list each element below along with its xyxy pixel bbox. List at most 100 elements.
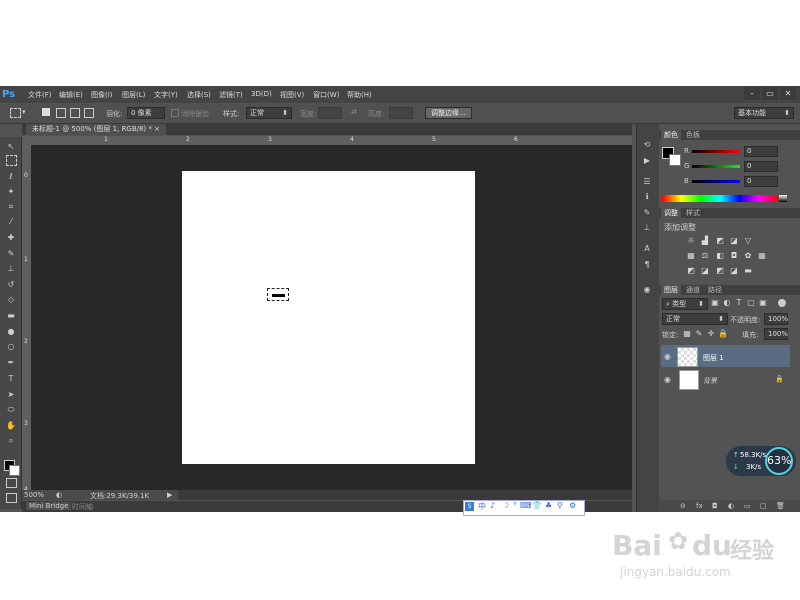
eraser-icon[interactable]: ◇: [5, 294, 17, 306]
ime-skin-icon[interactable]: 👕: [532, 501, 542, 510]
invert-icon[interactable]: ◩: [686, 266, 696, 276]
move-tool-icon[interactable]: ↖: [5, 141, 17, 153]
menu-layer[interactable]: 图层(L): [122, 90, 145, 100]
crop-tool-icon[interactable]: ⌗: [5, 201, 17, 213]
tab-swatches[interactable]: 色板: [683, 130, 703, 140]
tab-color[interactable]: 颜色: [661, 130, 681, 140]
filter-shape-icon[interactable]: ▢: [746, 298, 756, 308]
blur-tool-icon[interactable]: ●: [5, 326, 17, 338]
menu-view[interactable]: 视图(V): [280, 90, 304, 100]
swap-icon[interactable]: ⇄: [351, 108, 357, 116]
path-select-icon[interactable]: ➤: [5, 389, 17, 401]
tab-paths[interactable]: 路径: [705, 285, 725, 295]
brush-tool-icon[interactable]: ✎: [5, 248, 17, 260]
subtract-selection-icon[interactable]: [70, 108, 80, 118]
close-tab-icon[interactable]: ×: [154, 125, 160, 133]
bridge-icon[interactable]: ◉: [641, 284, 653, 295]
new-group-icon[interactable]: ▭: [744, 502, 751, 510]
maximize-button[interactable]: ▭: [762, 87, 778, 100]
status-menu-icon[interactable]: ◐: [56, 491, 62, 499]
healing-brush-icon[interactable]: ✚: [5, 232, 17, 244]
menu-select[interactable]: 选择(S): [187, 90, 211, 100]
color-balance-icon[interactable]: ⚖: [700, 251, 710, 261]
curves-icon[interactable]: ◩: [715, 236, 725, 246]
ime-settings-icon[interactable]: ⚙: [569, 501, 576, 510]
gradient-map-icon[interactable]: ▬: [743, 266, 753, 276]
info-icon[interactable]: ℹ: [641, 191, 653, 202]
refine-edge-button[interactable]: 调整边缘...: [425, 107, 472, 119]
document-tab[interactable]: 未标题-1 @ 500% (图层 1, RGB/8) * ×: [26, 124, 166, 135]
hue-saturation-icon[interactable]: ▦: [686, 251, 696, 261]
background-color-swatch[interactable]: [9, 465, 20, 476]
layer-filter-select[interactable]: ⌕ 类型 ⬍: [662, 298, 708, 310]
opacity-input[interactable]: 100%: [764, 313, 788, 325]
properties-icon[interactable]: ☰: [641, 176, 653, 187]
antialias-checkbox[interactable]: [171, 109, 179, 117]
tab-adjustments[interactable]: 调整: [661, 208, 681, 218]
zoom-tool-icon[interactable]: ⌕: [5, 435, 17, 447]
ime-punct-icon[interactable]: °: [513, 501, 517, 510]
width-input[interactable]: [318, 107, 342, 119]
black-white-icon[interactable]: ◧: [715, 251, 725, 261]
gradient-tool-icon[interactable]: ▬: [5, 310, 17, 322]
history-icon[interactable]: ⟲: [641, 139, 653, 150]
fx-icon[interactable]: fx: [696, 502, 703, 510]
dodge-tool-icon[interactable]: ○: [5, 341, 17, 353]
tab-timeline[interactable]: 时间轴: [72, 502, 93, 512]
color-lookup-icon[interactable]: ▦: [757, 251, 767, 261]
quick-mask-icon[interactable]: [6, 478, 17, 488]
workspace-select[interactable]: 基本功能 ⬍: [734, 107, 794, 119]
eyedropper-icon[interactable]: ⁄: [5, 216, 17, 228]
close-button[interactable]: ✕: [780, 87, 796, 100]
history-brush-icon[interactable]: ↺: [5, 279, 17, 291]
add-selection-icon[interactable]: [56, 108, 66, 118]
vibrance-icon[interactable]: ▽: [743, 236, 753, 246]
trash-icon[interactable]: 🗑: [776, 502, 785, 510]
brush-panel-icon[interactable]: ✎: [641, 207, 653, 218]
tab-styles[interactable]: 样式: [683, 208, 703, 218]
posterize-icon[interactable]: ◪: [700, 266, 710, 276]
filter-pixel-icon[interactable]: ▣: [710, 298, 720, 308]
brightness-icon[interactable]: ☼: [686, 236, 696, 246]
selective-color-icon[interactable]: ◪: [729, 266, 739, 276]
character-icon[interactable]: A: [641, 243, 653, 254]
ime-tools-icon[interactable]: ♣: [545, 501, 552, 510]
color-spectrum-bar[interactable]: [662, 195, 778, 202]
filter-adjust-icon[interactable]: ◐: [722, 298, 732, 308]
memory-gauge[interactable]: 63%: [765, 447, 793, 475]
hand-tool-icon[interactable]: ✋: [5, 420, 17, 432]
paragraph-icon[interactable]: ¶: [641, 259, 653, 270]
menu-edit[interactable]: 编辑(E): [59, 90, 83, 100]
zoom-level[interactable]: 500%: [24, 491, 44, 499]
pen-tool-icon[interactable]: ✒: [5, 357, 17, 369]
filter-type-icon[interactable]: T: [734, 298, 744, 308]
visibility-eye-icon[interactable]: ◉: [664, 352, 671, 361]
layer-name[interactable]: 背景: [703, 376, 717, 386]
status-arrow-icon[interactable]: ▶: [167, 491, 172, 499]
menu-3d[interactable]: 3D(D): [251, 90, 272, 98]
green-value[interactable]: 0: [744, 161, 778, 172]
marquee-preset-icon[interactable]: [10, 108, 21, 118]
menu-file[interactable]: 文件(F): [28, 90, 52, 100]
red-slider[interactable]: [692, 150, 740, 153]
ime-music-icon[interactable]: ♪: [490, 501, 495, 510]
exposure-icon[interactable]: ◪: [729, 236, 739, 246]
new-fill-layer-icon[interactable]: ◐: [728, 502, 734, 510]
menu-help[interactable]: 帮助(H): [347, 90, 372, 100]
clone-stamp-icon[interactable]: ⊥: [5, 263, 17, 275]
feather-input[interactable]: 0 像素: [127, 107, 165, 119]
lasso-tool-icon[interactable]: ℓ: [5, 171, 17, 183]
horizontal-scrollbar[interactable]: [178, 490, 632, 500]
lock-transparent-icon[interactable]: ▦: [682, 329, 692, 339]
green-slider[interactable]: [692, 165, 740, 168]
minimize-button[interactable]: –: [744, 87, 760, 100]
blue-slider[interactable]: [692, 180, 740, 183]
document-canvas[interactable]: [182, 171, 475, 464]
red-value[interactable]: 0: [744, 146, 778, 157]
filter-smart-icon[interactable]: ▣: [758, 298, 768, 308]
style-select[interactable]: 正常 ⬍: [246, 107, 292, 119]
ime-search-icon[interactable]: ⚲: [557, 501, 563, 510]
blend-mode-select[interactable]: 正常 ⬍: [662, 313, 728, 325]
bg-color-swatch[interactable]: [669, 154, 681, 166]
add-mask-icon[interactable]: ◘: [712, 502, 718, 510]
